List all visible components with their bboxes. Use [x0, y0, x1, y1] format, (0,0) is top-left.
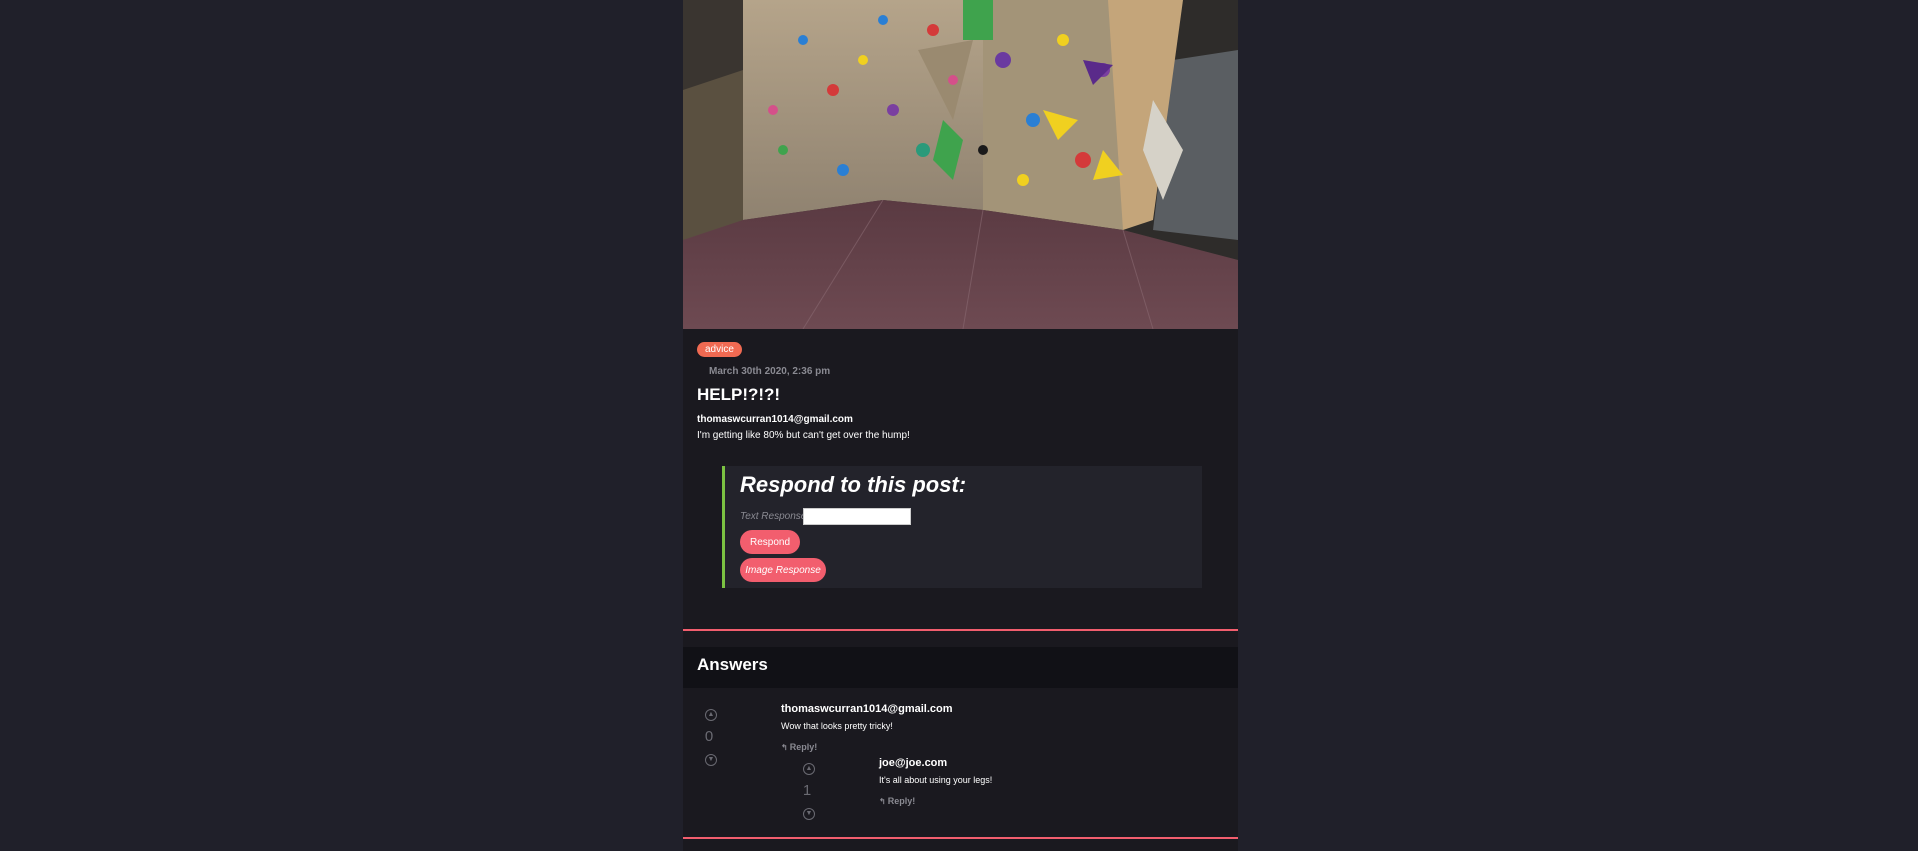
answer-author: thomaswcurran1014@gmail.com	[781, 703, 953, 715]
text-response-input[interactable]	[803, 508, 911, 525]
section-divider	[683, 837, 1238, 839]
reply-label: Reply!	[789, 742, 818, 752]
downvote-arrow-down-circle-icon[interactable]: ▼	[803, 808, 815, 820]
upvote-arrow-up-circle-icon[interactable]: ▲	[803, 763, 815, 775]
answer-author: joe@joe.com	[879, 757, 948, 769]
post-title: HELP!?!?!	[697, 385, 781, 404]
respond-heading: Respond to this post:	[740, 472, 967, 497]
answer-text: It's all about using your legs!	[879, 775, 993, 785]
vote-score: 1	[802, 782, 812, 799]
respond-button[interactable]: Respond	[740, 530, 800, 554]
post-image	[683, 0, 1238, 329]
category-tag[interactable]: advice	[697, 342, 742, 357]
section-divider	[683, 629, 1238, 631]
post-column: advice March 30th 2020, 2:36 pm HELP!?!?…	[683, 0, 1238, 851]
post-body: I'm getting like 80% but can't get over …	[697, 430, 910, 441]
answers-heading: Answers	[697, 655, 768, 674]
downvote-arrow-down-circle-icon[interactable]: ▼	[705, 754, 717, 766]
reply-link[interactable]: ↰ Reply!	[879, 796, 915, 806]
answers-header: Answers	[683, 647, 1238, 688]
vote-score: 0	[704, 728, 714, 745]
post-date: March 30th 2020, 2:36 pm	[709, 366, 831, 377]
reply-arrow-icon: ↰	[781, 743, 788, 752]
reply-link[interactable]: ↰ Reply!	[781, 742, 817, 752]
reply-label: Reply!	[887, 796, 916, 806]
answer-text: Wow that looks pretty tricky!	[781, 721, 893, 731]
upvote-arrow-up-circle-icon[interactable]: ▲	[705, 709, 717, 721]
nested-answer-item: ▲ 1 ▼ joe@joe.com It's all about using y…	[781, 756, 1238, 836]
reply-arrow-icon: ↰	[879, 797, 886, 806]
image-response-button[interactable]: Image Response	[740, 558, 826, 582]
respond-form: Respond to this post: Text Response: Res…	[722, 466, 1202, 588]
answer-item: ▲ 0 ▼ thomaswcurran1014@gmail.com Wow th…	[683, 688, 1238, 838]
text-response-label: Text Response:	[740, 511, 810, 522]
post-author: thomaswcurran1014@gmail.com	[697, 414, 853, 425]
